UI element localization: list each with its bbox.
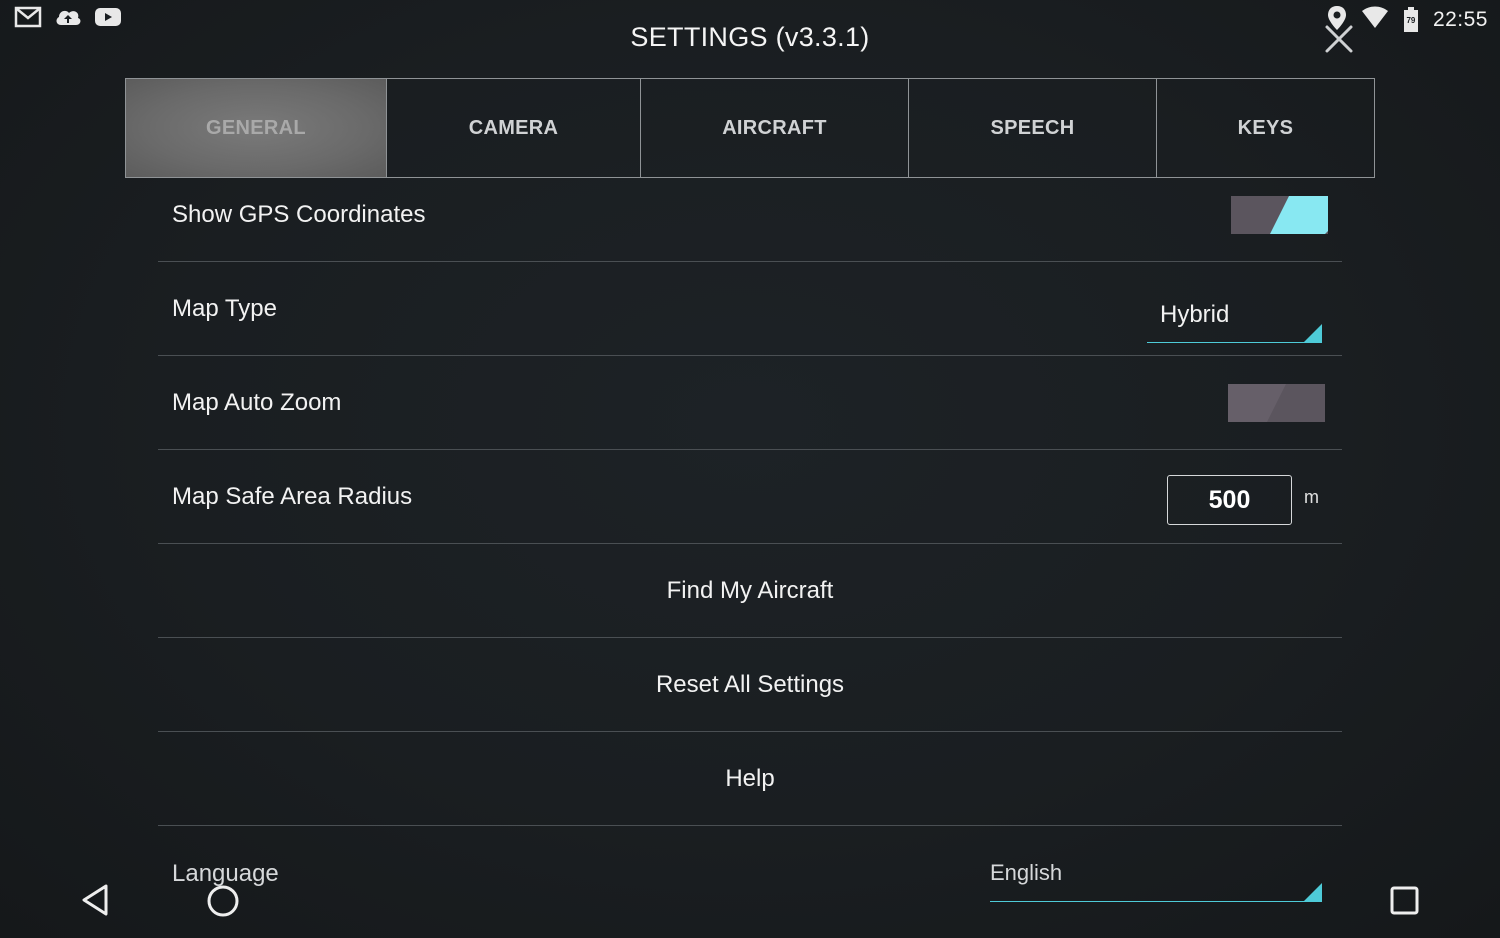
dropdown-corner-icon [1304,324,1322,342]
show-gps-toggle[interactable] [1231,196,1328,234]
safe-radius-unit: m [1304,486,1319,507]
tab-aircraft[interactable]: AIRCRAFT [641,79,909,177]
close-icon [1325,25,1353,53]
tab-bar: GENERAL CAMERA AIRCRAFT SPEECH KEYS [125,78,1375,178]
show-gps-label: Show GPS Coordinates [172,201,426,228]
tab-keys[interactable]: KEYS [1157,79,1374,177]
map-auto-zoom-toggle[interactable] [1228,384,1325,422]
tab-general[interactable]: GENERAL [126,79,387,177]
home-icon [207,885,239,917]
language-value: English [990,860,1063,885]
page-title: SETTINGS (v3.3.1) [630,22,870,52]
setting-row-safe-radius: Map Safe Area Radius m [158,450,1342,544]
dropdown-corner-icon [1304,883,1322,901]
find-aircraft-button[interactable]: Find My Aircraft [158,544,1342,638]
map-auto-zoom-label: Map Auto Zoom [172,389,342,416]
recents-button[interactable] [1388,884,1422,923]
close-button[interactable] [1322,22,1356,56]
language-dropdown[interactable]: English [990,848,1322,902]
settings-list: Show GPS Coordinates Map Type Hybrid Map… [158,168,1342,920]
safe-radius-label: Map Safe Area Radius [172,483,413,510]
help-label: Help [725,765,775,792]
home-button[interactable] [205,883,241,924]
help-button[interactable]: Help [158,732,1342,826]
find-aircraft-label: Find My Aircraft [666,577,834,604]
reset-all-button[interactable]: Reset All Settings [158,638,1342,732]
tab-camera[interactable]: CAMERA [387,79,641,177]
setting-row-map-type: Map Type Hybrid [158,262,1342,356]
back-button[interactable] [80,883,112,922]
tab-speech[interactable]: SPEECH [909,79,1157,177]
setting-row-language: Language English [158,826,1342,920]
map-type-label: Map Type [172,295,277,322]
map-type-value: Hybrid [1160,301,1230,328]
back-icon [82,884,108,916]
setting-row-map-auto-zoom: Map Auto Zoom [158,356,1342,450]
safe-radius-input[interactable] [1167,475,1292,525]
reset-all-label: Reset All Settings [655,671,845,698]
map-type-dropdown[interactable]: Hybrid [1147,289,1322,343]
setting-row-show-gps: Show GPS Coordinates [158,168,1342,262]
recents-icon [1390,886,1419,915]
